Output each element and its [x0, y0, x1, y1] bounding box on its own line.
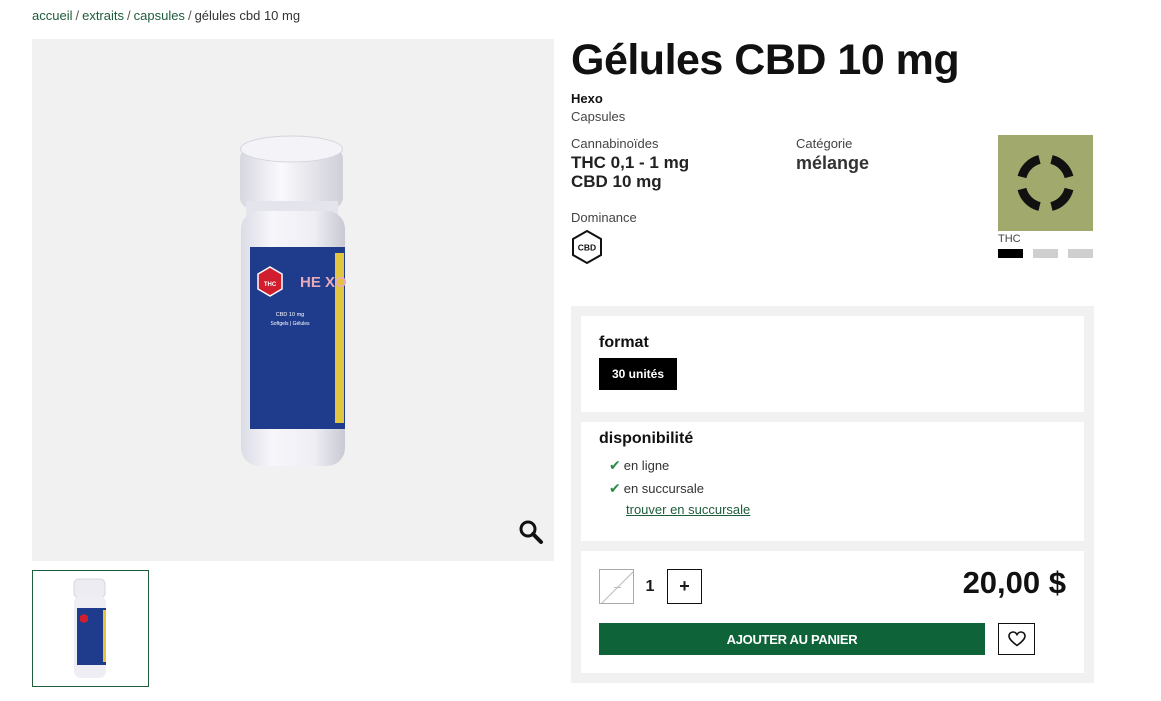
potency-tile [998, 135, 1093, 231]
category-label: Catégorie [796, 136, 853, 151]
potency-ring-icon [1017, 155, 1074, 211]
dominance-label: Dominance [571, 210, 637, 225]
dominance-block: Dominance CBD [571, 210, 637, 270]
format-option-selected[interactable]: 30 unités [599, 358, 677, 390]
breadcrumb-separator: / [127, 8, 131, 23]
product-price: 20,00 $ [962, 565, 1066, 600]
quantity-increase-button[interactable]: + [667, 569, 702, 604]
quantity-decrease-button[interactable]: − [599, 569, 634, 604]
checkmark-icon: ✔ [609, 457, 621, 473]
availability-heading: disponibilité [599, 430, 694, 447]
dominance-badge-text: CBD [578, 243, 596, 253]
cannabinoids-label: Cannabinoïdes [571, 136, 659, 151]
category-block: Catégorie mélange [796, 136, 869, 174]
favorite-button[interactable] [998, 623, 1035, 655]
breadcrumb-link-extracts[interactable]: extraits [82, 8, 124, 23]
minus-label: − [613, 579, 621, 595]
product-subcategory: Capsules [571, 109, 626, 124]
category-value: mélange [796, 153, 870, 173]
format-card: format 30 unités [581, 316, 1084, 412]
availability-card: disponibilité ✔ en ligne ✔ en succursale… [581, 422, 1084, 541]
buy-card: − 1 + 20,00 $ AJOUTER AU PANIER [581, 551, 1084, 673]
breadcrumb-current: gélules cbd 10 mg [194, 8, 301, 23]
breadcrumb: accueil / extraits / capsules / gélules cbd 10… [32, 8, 300, 23]
cannabinoids-block: Cannabinoïdes THC 0,1 - 1 mg CBD 10 mg [571, 136, 689, 191]
image-thc-symbol: THC [264, 282, 277, 288]
minus-disabled-icon: − [601, 571, 633, 603]
product-title: Gélules CBD 10 mg [571, 36, 960, 84]
breadcrumb-link-home[interactable]: accueil [32, 8, 72, 23]
thc-value: THC 0,1 - 1 mg [571, 153, 690, 172]
potency-label: THC [998, 233, 1021, 245]
potency-level-bars [998, 249, 1093, 258]
magnifier-icon[interactable] [518, 519, 544, 545]
breadcrumb-separator: / [187, 8, 192, 23]
product-bottle-image: THC HE XO CBD 10 mg Softgels | Gélules [240, 135, 347, 466]
product-brand: Hexo [571, 91, 603, 106]
format-heading: format [599, 334, 649, 351]
thumbnail-bottle-image [73, 578, 106, 678]
add-to-cart-button[interactable]: AJOUTER AU PANIER [599, 623, 985, 655]
potency-bar [1033, 249, 1058, 258]
cbd-value: CBD 10 mg [571, 172, 662, 191]
availability-online-label: en ligne [623, 458, 670, 473]
find-store-link[interactable]: trouver en succursale [626, 502, 750, 517]
breadcrumb-link-capsules[interactable]: capsules [134, 8, 185, 23]
image-label-line2: Softgels | Gélules [270, 321, 310, 327]
potency-bar [1068, 249, 1093, 258]
availability-online: ✔ en ligne [609, 457, 669, 474]
heart-icon [1007, 631, 1026, 647]
checkmark-icon: ✔ [609, 480, 621, 496]
cbd-hexagon-icon: CBD [572, 229, 602, 265]
image-label-line1: CBD 10 mg [276, 312, 304, 318]
product-thumbnail[interactable] [32, 570, 149, 687]
potency-bar [998, 249, 1023, 258]
purchase-panel: format 30 unités disponibilité ✔ en lign… [571, 306, 1094, 683]
availability-store: ✔ en succursale [609, 480, 704, 497]
image-brand-mark: HE XO [300, 274, 347, 291]
availability-store-label: en succursale [623, 481, 704, 496]
product-main-image[interactable]: THC HE XO CBD 10 mg Softgels | Gélules [32, 39, 554, 561]
quantity-value[interactable]: 1 [643, 569, 657, 604]
breadcrumb-separator: / [75, 8, 80, 23]
